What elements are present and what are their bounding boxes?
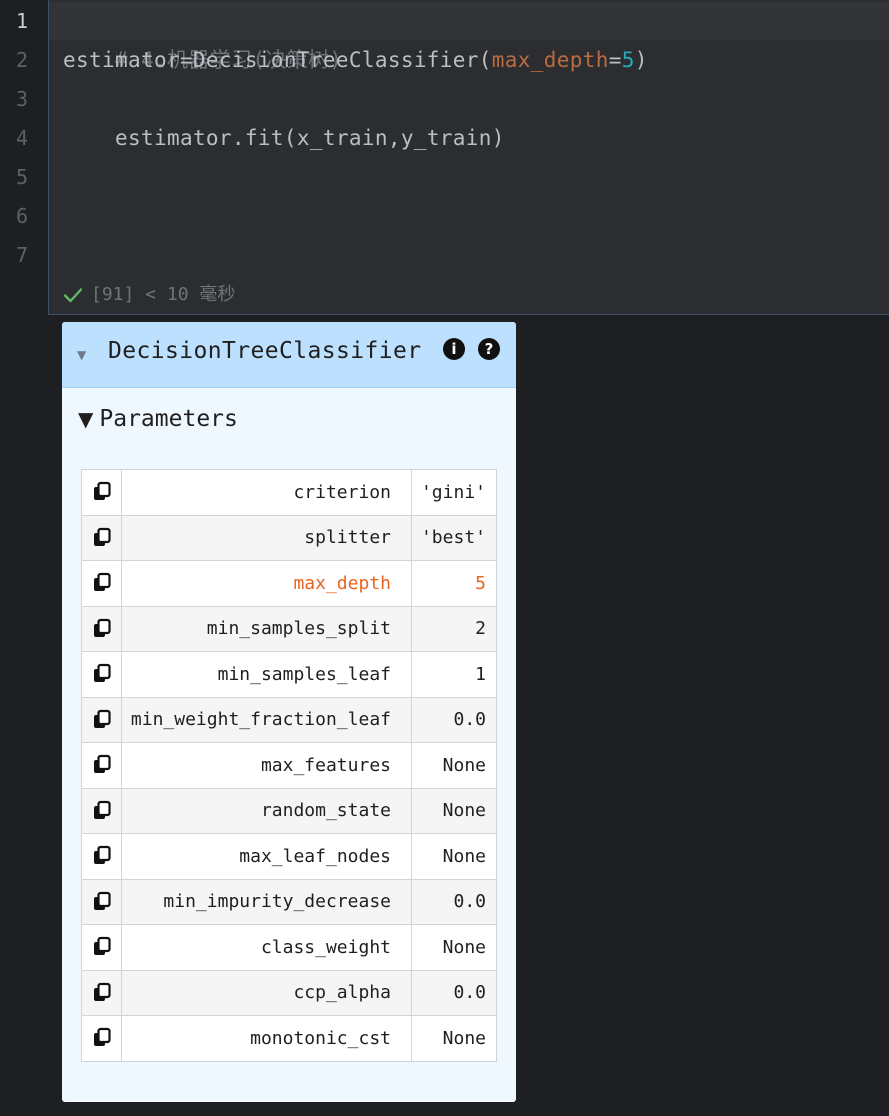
copy-icon[interactable]	[92, 709, 112, 731]
estimator-output-widget: ▼ DecisionTreeClassifier i ? ▼ Parameter…	[62, 322, 516, 1102]
parameter-row: ccp_alpha 0.0	[81, 969, 497, 1016]
code-line-3[interactable]: estimator.fit(x_train,y_train)	[63, 80, 505, 150]
execution-status-text: [91] < 10 毫秒	[91, 284, 236, 305]
line-number: 7	[15, 243, 29, 267]
parameter-value: None	[411, 833, 497, 880]
copy-icon[interactable]	[92, 572, 112, 594]
copy-cell[interactable]	[81, 878, 122, 925]
code-number: 5	[621, 48, 635, 72]
parameters-label: Parameters	[99, 406, 238, 432]
copy-icon[interactable]	[92, 800, 112, 822]
copy-cell[interactable]	[81, 560, 122, 607]
collapse-arrow-icon[interactable]: ▼	[77, 348, 86, 362]
copy-cell[interactable]	[81, 969, 122, 1016]
line-number: 5	[15, 165, 29, 189]
parameter-row: random_state None	[81, 787, 497, 834]
parameter-row: max_features None	[81, 742, 497, 789]
copy-icon[interactable]	[92, 936, 112, 958]
parameter-row: min_impurity_decrease 0.0	[81, 878, 497, 925]
parameter-value: None	[411, 924, 497, 971]
copy-icon[interactable]	[92, 663, 112, 685]
parameter-name: random_state	[121, 787, 412, 834]
code-token: estimator.fit(x_train,y_train)	[114, 126, 505, 150]
line-number-gutter: 1 2 3 4 5 6 7	[0, 0, 48, 316]
expand-triangle-icon: ▼	[78, 407, 94, 431]
line-number: 2	[15, 48, 29, 72]
estimator-header[interactable]: ▼ DecisionTreeClassifier i ?	[62, 322, 516, 388]
copy-icon[interactable]	[92, 618, 112, 640]
copy-icon[interactable]	[92, 845, 112, 867]
copy-icon[interactable]	[92, 891, 112, 913]
parameter-row: max_leaf_nodes None	[81, 833, 497, 880]
check-icon	[63, 288, 83, 303]
copy-icon[interactable]	[92, 982, 112, 1004]
parameter-row: splitter 'best'	[81, 514, 497, 561]
code-keyword-arg: max_depth	[491, 48, 609, 72]
parameter-value: None	[411, 742, 497, 789]
line-number: 3	[15, 87, 29, 111]
parameter-name: splitter	[121, 514, 412, 561]
parameter-value: 0.0	[411, 696, 497, 743]
parameter-name: class_weight	[121, 924, 412, 971]
parameter-name: min_samples_split	[121, 605, 412, 652]
copy-cell[interactable]	[81, 696, 122, 743]
parameter-value: 'gini'	[411, 469, 497, 516]
info-icon[interactable]: i	[443, 338, 465, 360]
code-cell-editor[interactable]: # 4.机器学习(决策树) estimator=DecisionTreeClas…	[48, 0, 889, 315]
copy-cell[interactable]	[81, 787, 122, 834]
copy-cell[interactable]	[81, 651, 122, 698]
copy-cell[interactable]	[81, 514, 122, 561]
parameter-value: 5	[411, 560, 497, 607]
copy-cell[interactable]	[81, 1015, 122, 1062]
parameters-toggle[interactable]: ▼ Parameters	[78, 406, 238, 432]
parameter-value: None	[411, 1015, 497, 1062]
estimator-title: DecisionTreeClassifier	[108, 338, 422, 364]
parameter-row: min_weight_fraction_leaf 0.0	[81, 696, 497, 743]
parameter-row: criterion 'gini'	[81, 469, 497, 516]
parameter-name: min_impurity_decrease	[121, 878, 412, 925]
parameter-value: 2	[411, 605, 497, 652]
copy-icon[interactable]	[92, 527, 112, 549]
code-token: )	[634, 48, 648, 72]
copy-icon[interactable]	[92, 1027, 112, 1049]
parameter-name: monotonic_cst	[121, 1015, 412, 1062]
parameter-name: min_weight_fraction_leaf	[121, 696, 412, 743]
parameter-name: max_leaf_nodes	[121, 833, 412, 880]
parameter-value: 1	[411, 651, 497, 698]
line-number: 6	[15, 204, 29, 228]
copy-cell[interactable]	[81, 924, 122, 971]
parameter-name: max_features	[121, 742, 412, 789]
copy-cell[interactable]	[81, 742, 122, 789]
code-token: =	[608, 48, 622, 72]
execution-status: [91] < 10 毫秒	[63, 280, 235, 310]
parameter-row: max_depth 5	[81, 560, 497, 607]
help-icon[interactable]: ?	[478, 338, 500, 360]
parameter-name: max_depth	[121, 560, 412, 607]
parameter-value: 0.0	[411, 878, 497, 925]
parameter-name: criterion	[121, 469, 412, 516]
parameter-value: 0.0	[411, 969, 497, 1016]
parameter-row: min_samples_leaf 1	[81, 651, 497, 698]
code-line-2[interactable]: estimator=DecisionTreeClassifier(max_dep…	[63, 41, 648, 80]
copy-cell[interactable]	[81, 469, 122, 516]
parameters-table: criterion 'gini' splitter 'best' max_dep…	[81, 469, 497, 1062]
copy-icon[interactable]	[92, 754, 112, 776]
parameter-name: ccp_alpha	[121, 969, 412, 1016]
code-token: estimator=DecisionTreeClassifier(	[63, 48, 492, 72]
code-line-1[interactable]: # 4.机器学习(决策树)	[63, 2, 342, 72]
parameter-row: class_weight None	[81, 924, 497, 971]
copy-cell[interactable]	[81, 833, 122, 880]
copy-cell[interactable]	[81, 605, 122, 652]
parameter-row: monotonic_cst None	[81, 1015, 497, 1062]
parameter-value: 'best'	[411, 514, 497, 561]
parameter-name: min_samples_leaf	[121, 651, 412, 698]
parameter-row: min_samples_split 2	[81, 605, 497, 652]
copy-icon[interactable]	[92, 481, 112, 503]
line-number: 4	[15, 126, 29, 150]
line-number: 1	[15, 9, 29, 33]
parameter-value: None	[411, 787, 497, 834]
